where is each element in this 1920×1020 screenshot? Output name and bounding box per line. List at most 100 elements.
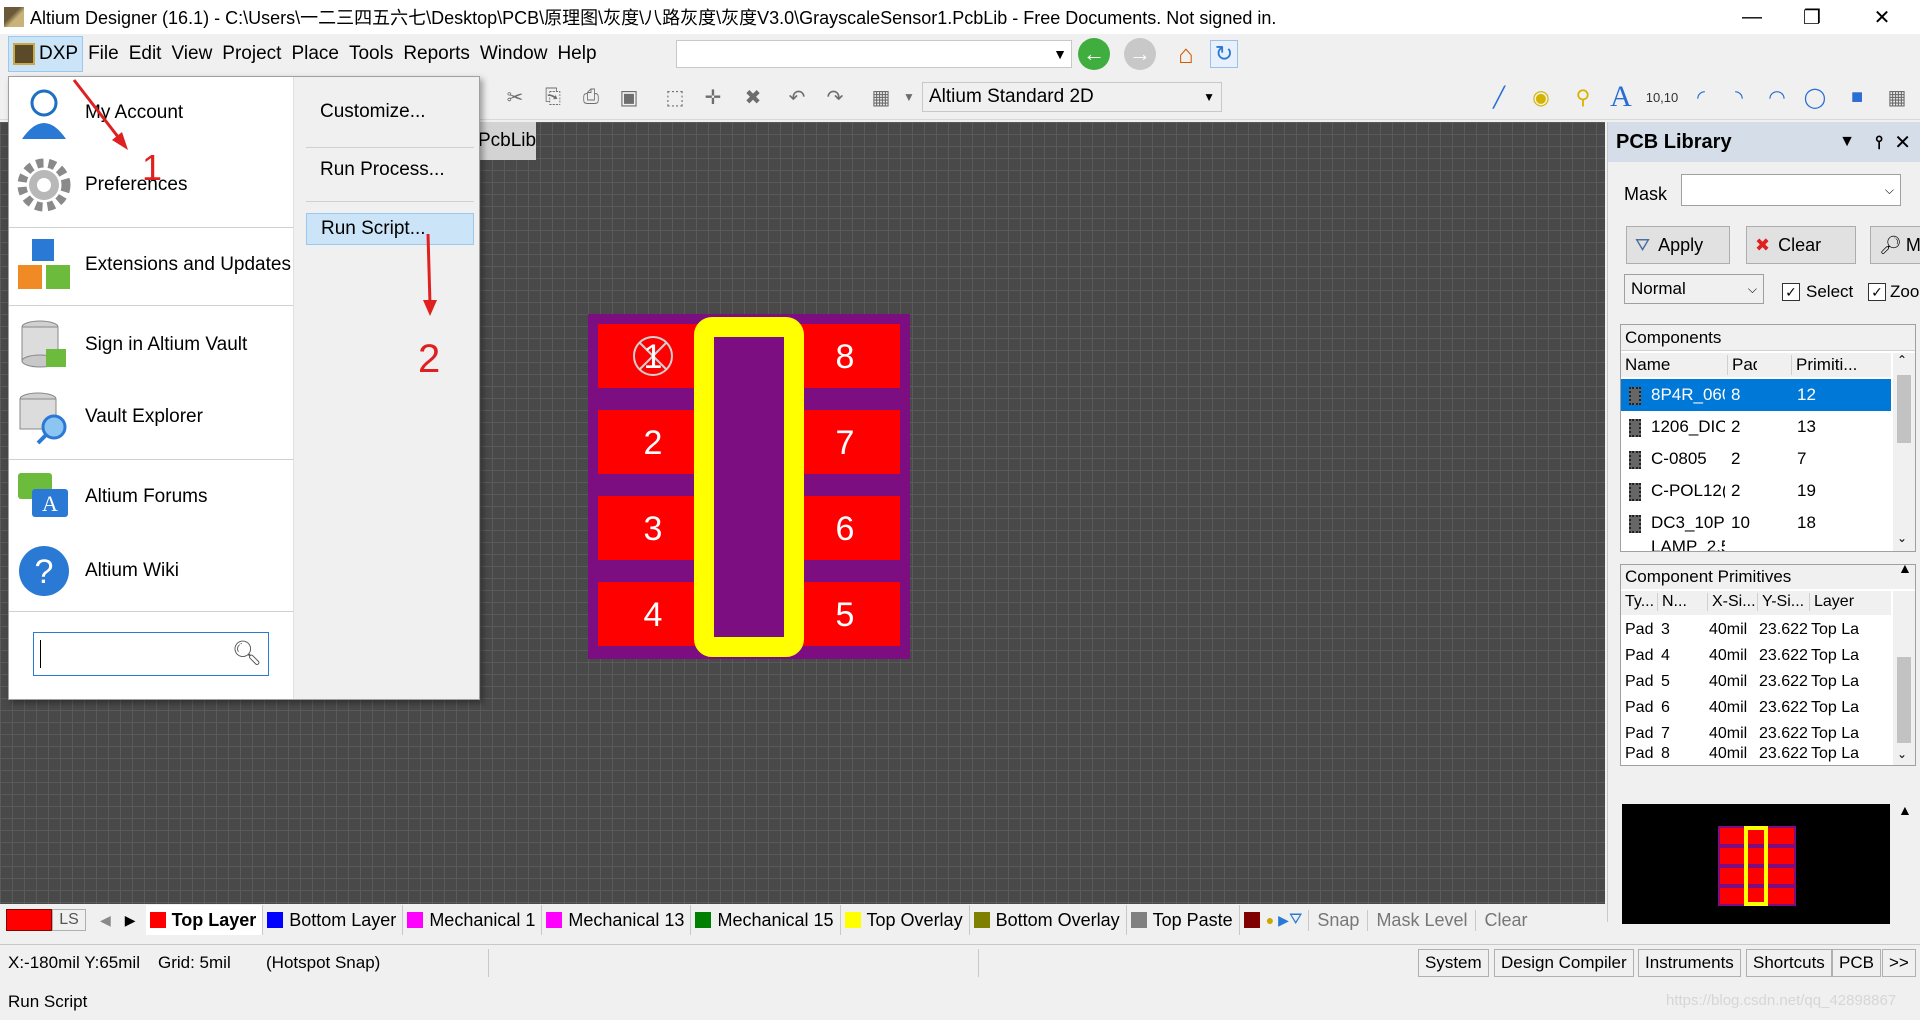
panel-tab-system[interactable]: System (1418, 949, 1489, 977)
table-row[interactable]: DC3_10P 10 18 (1621, 507, 1891, 539)
table-row[interactable]: Pad640mil23.622Top La (1621, 695, 1891, 721)
clear-mask-button[interactable]: Clear (1475, 910, 1535, 931)
mask-level-button[interactable]: Mask Level (1367, 910, 1475, 931)
menu-tools[interactable]: Tools (344, 43, 398, 65)
menu-item-my-account[interactable]: My Account (9, 77, 293, 149)
layer-set-button[interactable]: LS (52, 909, 86, 931)
layer-swatch[interactable] (1244, 912, 1260, 928)
rubber-stamp-icon[interactable]: ▣ (616, 84, 642, 110)
menu-window[interactable]: Window (475, 43, 553, 65)
layer-tab-mechanical-15[interactable]: Mechanical 15 (691, 905, 840, 935)
col-layer[interactable]: Layer (1809, 593, 1854, 611)
back-icon[interactable]: ← (1078, 38, 1110, 70)
cut-icon[interactable]: ✂ (502, 84, 528, 110)
copy-icon[interactable]: ⎘ (540, 84, 566, 110)
home-icon[interactable]: ⌂ (1170, 38, 1202, 70)
arc-edge-icon[interactable]: ◝ (1726, 84, 1752, 110)
layer-scroll-right-icon[interactable]: ▶ (125, 912, 136, 929)
menu-reports[interactable]: Reports (398, 43, 475, 65)
col-x-size[interactable]: X-Si... (1707, 593, 1756, 611)
menu-item-run-script[interactable]: Run Script... (306, 213, 474, 245)
zoom-checkbox[interactable]: ✓ Zoo (1868, 282, 1919, 302)
panel-menu-icon[interactable]: ▼ (1839, 133, 1855, 151)
menu-item-customize[interactable]: Customize... (306, 96, 474, 128)
menu-item-extensions[interactable]: Extensions and Updates (9, 229, 293, 301)
table-row[interactable]: C-0805 2 7 (1621, 443, 1891, 475)
mask-mode-select[interactable]: Normal ⌵ (1624, 274, 1764, 304)
footprint-preview[interactable] (1622, 804, 1890, 924)
col-pads[interactable]: Pads (1727, 355, 1757, 375)
layer-tab-mechanical-13[interactable]: Mechanical 13 (542, 905, 691, 935)
col-name[interactable]: N... (1657, 593, 1687, 611)
scroll-up-icon[interactable]: ⌃ (1897, 353, 1907, 367)
layer-tab-bottom-overlay[interactable]: Bottom Overlay (970, 905, 1127, 935)
scroll-down-icon[interactable]: ⌄ (1897, 531, 1907, 545)
select-area-icon[interactable]: ⬚ (662, 84, 688, 110)
panel-tab-design-compiler[interactable]: Design Compiler (1494, 949, 1634, 977)
refresh-icon[interactable]: ↻ (1210, 40, 1238, 68)
restore-button[interactable]: ❐ (1784, 0, 1840, 34)
coordinate-tool-icon[interactable]: 10,10 (1642, 84, 1682, 110)
collapse-up-icon[interactable]: ▲ (1898, 560, 1912, 576)
layer-next-icon[interactable]: ▶ (1278, 912, 1289, 929)
panel-close-icon[interactable]: ✕ (1894, 130, 1911, 155)
table-row[interactable]: 8P4R_060 8 12 (1621, 379, 1891, 411)
via-tool-icon[interactable]: ⚲ (1570, 84, 1596, 110)
full-circle-icon[interactable]: ◯ (1802, 84, 1828, 110)
table-row[interactable]: C-POL12( 2 19 (1621, 475, 1891, 507)
table-row[interactable]: Pad440mil23.622Top La (1621, 643, 1891, 669)
layer-scroll-left-icon[interactable]: ◀ (100, 912, 111, 929)
paste-icon[interactable]: ⎙ (578, 84, 604, 110)
panel-tab-shortcuts[interactable]: Shortcuts (1746, 949, 1832, 977)
table-row[interactable]: Pad540mil23.622Top La (1621, 669, 1891, 695)
layer-tab-top-layer[interactable]: Top Layer (146, 905, 264, 935)
panel-tab-instruments[interactable]: Instruments (1638, 949, 1741, 977)
collapse-up-icon[interactable]: ▲ (1898, 802, 1912, 818)
dxp-search-input[interactable]: 🔍︎ (33, 632, 269, 676)
menu-edit[interactable]: Edit (124, 43, 167, 65)
menu-item-vault-explorer[interactable]: Vault Explorer (9, 381, 293, 453)
col-name[interactable]: Name (1625, 355, 1670, 375)
arc-any-icon[interactable]: ◠ (1764, 84, 1790, 110)
document-tab[interactable]: PcbLib (474, 122, 536, 160)
array-paste-icon[interactable]: ▦ (1884, 84, 1910, 110)
menu-item-preferences[interactable]: Preferences (9, 149, 293, 221)
line-tool-icon[interactable]: ╱ (1486, 84, 1512, 110)
search-icon[interactable]: 🔍︎ (232, 639, 262, 668)
menu-help[interactable]: Help (552, 43, 601, 65)
layer-tab-top-overlay[interactable]: Top Overlay (841, 905, 970, 935)
menu-item-run-process[interactable]: Run Process... (306, 154, 474, 186)
table-row[interactable]: Pad340mil23.622Top La (1621, 617, 1891, 643)
view-mode-select[interactable]: Altium Standard 2D ▼ (922, 82, 1222, 112)
magnify-button[interactable]: 🔎︎M (1870, 226, 1920, 264)
table-row[interactable]: Pad840mil23.622Top La (1621, 741, 1891, 767)
forward-icon[interactable]: → (1124, 38, 1156, 70)
layer-tab-top-paste[interactable]: Top Paste (1127, 905, 1240, 935)
table-row[interactable]: 1206_DIO 2 13 (1621, 411, 1891, 443)
grid-icon[interactable]: ▦ (868, 84, 894, 110)
panel-tab-pcb[interactable]: PCB (1832, 949, 1881, 977)
menu-item-forums[interactable]: A Altium Forums (9, 461, 293, 533)
snap-options-icon[interactable]: ● (1266, 912, 1274, 928)
clear-button[interactable]: ✖Clear (1746, 226, 1856, 264)
select-checkbox[interactable]: ✓ Select (1782, 282, 1853, 302)
menu-view[interactable]: View (166, 43, 217, 65)
address-combo[interactable]: ▼ (676, 40, 1072, 68)
move-icon[interactable]: ✛ (700, 84, 726, 110)
text-tool-icon[interactable]: A (1608, 84, 1634, 110)
menu-place[interactable]: Place (286, 43, 344, 65)
cross-probe-icon[interactable]: ✖ (740, 84, 766, 110)
menu-item-wiki[interactable]: ? Altium Wiki (9, 535, 293, 607)
current-layer-swatch[interactable] (6, 909, 52, 931)
panel-tab-more[interactable]: >> (1882, 949, 1916, 977)
grid-dropdown-icon[interactable]: ▼ (896, 84, 922, 110)
snap-button[interactable]: Snap (1308, 910, 1367, 931)
scroll-thumb[interactable] (1897, 375, 1911, 443)
col-y-size[interactable]: Y-Si... (1757, 593, 1804, 611)
undo-icon[interactable]: ↶ (784, 84, 810, 110)
redo-icon[interactable]: ↷ (822, 84, 848, 110)
table-row[interactable]: LAMP_2.5 3 (1621, 537, 1891, 551)
col-primitives[interactable]: Primiti... (1791, 355, 1871, 375)
apply-button[interactable]: ⛛Apply (1626, 226, 1730, 264)
close-button[interactable]: ✕ (1854, 0, 1910, 34)
